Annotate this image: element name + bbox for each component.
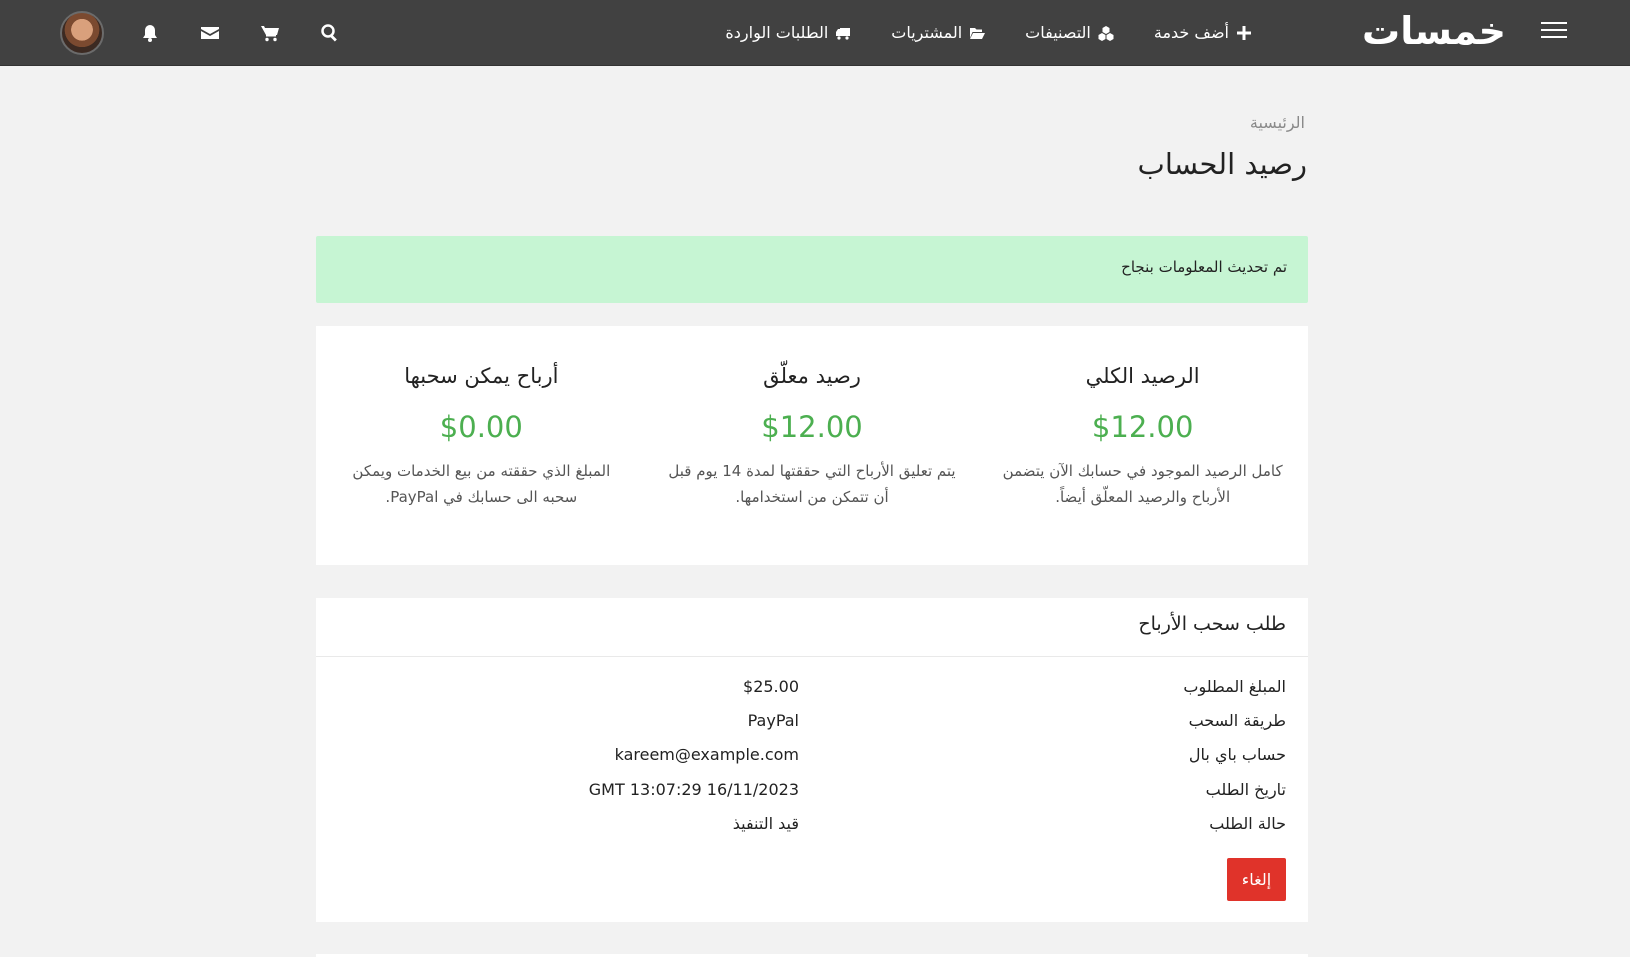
avatar[interactable]: [60, 10, 104, 55]
nav-incoming-orders[interactable]: الطلبات الواردة: [725, 23, 851, 42]
detail-row-status: حالة الطلب قيد التنفيذ: [316, 814, 1308, 848]
stat-withdrawable-earnings: أرباح يمكن سحبها $0.00 المبلغ الذي حققته…: [316, 326, 647, 565]
nav-add-service[interactable]: أضف خدمة: [1154, 23, 1252, 42]
detail-label: المبلغ المطلوب: [1183, 677, 1286, 696]
nav-categories[interactable]: التصنيفات: [1025, 23, 1114, 42]
page-title: رصيد الحساب: [1137, 147, 1307, 181]
cubes-icon: [1098, 25, 1114, 41]
stat-amount: $0.00: [439, 410, 523, 444]
detail-value: PayPal: [747, 711, 799, 730]
detail-value: GMT 13:07:29 16/11/2023: [588, 780, 799, 799]
user-actions: [60, 0, 380, 65]
nav-incoming-orders-label: الطلبات الواردة: [725, 23, 829, 42]
panel-header: طلب سحب الأرباح: [316, 598, 1308, 657]
logo-text: خمسات: [1362, 9, 1506, 53]
detail-row-amount: المبلغ المطلوب $25.00: [316, 677, 1308, 711]
breadcrumb[interactable]: الرئيسية: [1250, 113, 1305, 132]
stat-pending-balance: رصيد معلّق $12.00 يتم تعليق الأرباح التي…: [647, 326, 978, 565]
cart-icon[interactable]: [260, 23, 280, 43]
detail-row-method: طريقة السحب PayPal: [316, 711, 1308, 745]
stat-title: الرصيد الكلي: [1085, 364, 1200, 388]
top-navigation-bar: خمسات أضف خدمة التصنيفات المشتريات الطلب…: [0, 0, 1630, 66]
detail-label: تاريخ الطلب: [1205, 780, 1286, 799]
cancel-button[interactable]: إلغاء: [1227, 858, 1286, 901]
withdrawal-request-panel: طلب سحب الأرباح المبلغ المطلوب $25.00 طر…: [316, 598, 1308, 922]
success-alert: تم تحديث المعلومات بنجاح: [316, 236, 1308, 303]
panel-title: طلب سحب الأرباح: [1138, 613, 1286, 635]
detail-value: قيد التنفيذ: [732, 814, 799, 833]
nav-add-service-label: أضف خدمة: [1153, 23, 1229, 42]
detail-row-paypal-account: حساب باي بال kareem@example.com: [316, 745, 1308, 779]
truck-icon: [836, 27, 851, 40]
main-nav: أضف خدمة التصنيفات المشتريات الطلبات الو…: [725, 0, 1252, 65]
bell-icon[interactable]: [140, 23, 160, 43]
detail-row-request-date: تاريخ الطلب GMT 13:07:29 16/11/2023: [316, 780, 1308, 814]
stat-description: كامل الرصيد الموجود في حسابك الآن يتضمن …: [1002, 462, 1283, 506]
stat-title: أرباح يمكن سحبها: [404, 364, 559, 388]
alert-message: تم تحديث المعلومات بنجاح: [1121, 258, 1287, 276]
envelope-icon[interactable]: [200, 23, 220, 43]
plus-icon: [1237, 25, 1251, 40]
detail-value: kareem@example.com: [614, 745, 799, 764]
nav-purchases[interactable]: المشتريات: [891, 23, 986, 42]
detail-label: طريقة السحب: [1188, 711, 1286, 730]
nav-categories-label: التصنيفات: [1025, 23, 1091, 42]
stat-description: يتم تعليق الأرباح التي حققتها لمدة 14 يو…: [668, 462, 956, 506]
detail-label: حساب باي بال: [1188, 745, 1286, 764]
balance-summary: الرصيد الكلي $12.00 كامل الرصيد الموجود …: [316, 326, 1308, 565]
site-logo[interactable]: خمسات: [1362, 8, 1506, 54]
detail-label: حالة الطلب: [1209, 814, 1286, 833]
stat-amount: $12.00: [761, 410, 863, 444]
search-icon[interactable]: [320, 23, 340, 43]
menu-icon[interactable]: [1541, 22, 1567, 42]
folder-open-icon: [970, 27, 986, 39]
nav-purchases-label: المشتريات: [891, 23, 963, 42]
stat-description: المبلغ الذي حققته من بيع الخدمات ويمكن س…: [352, 462, 611, 506]
stat-title: رصيد معلّق: [763, 364, 861, 388]
stat-total-balance: الرصيد الكلي $12.00 كامل الرصيد الموجود …: [977, 326, 1308, 565]
detail-value: $25.00: [743, 677, 799, 696]
stat-amount: $12.00: [1091, 410, 1194, 444]
